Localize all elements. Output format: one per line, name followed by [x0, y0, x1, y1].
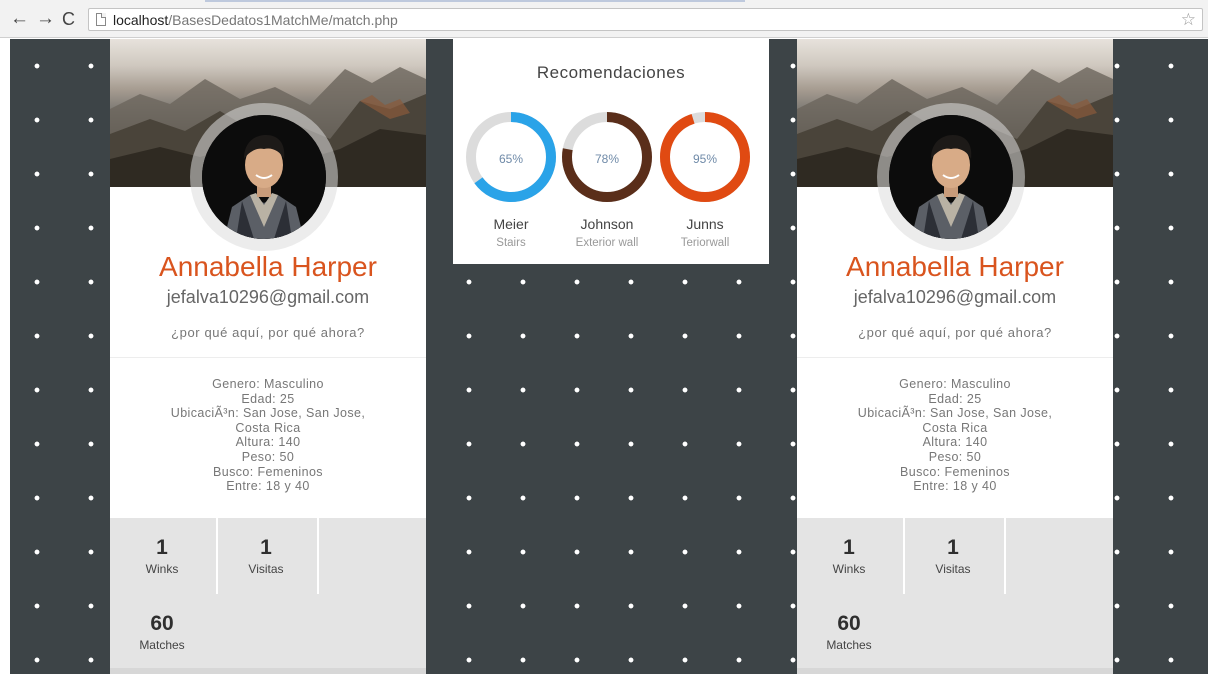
- detail-busco: Busco: Femeninos: [213, 464, 323, 479]
- profile-card-right: Annabella Harper jefalva10296@gmail.com …: [797, 39, 1113, 674]
- winks-label: Winks: [145, 562, 179, 576]
- detail-altura: Altura: 140: [922, 435, 988, 450]
- avatar[interactable]: [202, 115, 326, 239]
- browser-toolbar: ← → C localhost/BasesDedatos1MatchMe/mat…: [0, 0, 1208, 38]
- detail-genero: Genero: Masculino: [212, 377, 324, 391]
- detail-edad: Edad: 25: [928, 391, 982, 406]
- recommendation-name: Junns: [686, 216, 724, 232]
- stat-matches[interactable]: 60 Matches: [797, 612, 901, 652]
- recommendation-subtitle: Teriorwall: [680, 237, 730, 249]
- divider: [110, 357, 426, 358]
- stats-footer: [797, 668, 1113, 674]
- detail-altura: Altura: 140: [235, 435, 301, 450]
- recommendation-item[interactable]: 78% Johnson Exterior wall: [557, 107, 657, 249]
- stat-winks[interactable]: 1 Winks: [797, 536, 901, 576]
- match-percent: 95%: [692, 152, 718, 166]
- page-margin: [0, 39, 10, 674]
- detail-ubicacion: UbicaciÃ³n: San Jose, San Jose,: [857, 406, 1053, 421]
- profile-stats: 1 Winks 1 Visitas 60 Matches: [110, 518, 426, 674]
- reload-icon[interactable]: C: [62, 9, 75, 29]
- detail-peso: Peso: 50: [928, 449, 982, 464]
- winks-count: 1: [843, 536, 855, 559]
- arrow-left-icon[interactable]: ←: [10, 9, 29, 29]
- star-icon[interactable]: ☆: [1181, 10, 1196, 30]
- recommendations-title: Recomendaciones: [536, 63, 686, 82]
- profile-details: Genero: Masculino Edad: 25 UbicaciÃ³n: S…: [837, 377, 1073, 494]
- profile-tagline: ¿por qué aquí, por qué ahora?: [858, 325, 1052, 340]
- recommendation-item[interactable]: 65% Meier Stairs: [461, 107, 561, 249]
- address-bar[interactable]: localhost/BasesDedatos1MatchMe/match.php…: [88, 8, 1203, 31]
- avatar[interactable]: [889, 115, 1013, 239]
- profile-name: Annabella Harper: [159, 251, 377, 282]
- recommendation-name: Johnson: [580, 216, 634, 232]
- profile-details: Genero: Masculino Edad: 25 UbicaciÃ³n: S…: [150, 377, 386, 494]
- recommendation-name: Meier: [493, 216, 529, 232]
- url-path: /BasesDedatos1MatchMe/match.php: [168, 12, 398, 28]
- divider: [797, 357, 1113, 358]
- profile-email: jefalva10296@gmail.com: [853, 287, 1057, 307]
- detail-genero: Genero: Masculino: [899, 377, 1011, 391]
- detail-entre: Entre: 18 y 40: [226, 479, 310, 494]
- detail-peso: Peso: 50: [241, 449, 295, 464]
- profile-name: Annabella Harper: [846, 251, 1064, 282]
- winks-count: 1: [156, 536, 168, 559]
- url-text[interactable]: localhost/BasesDedatos1MatchMe/match.php: [113, 12, 398, 28]
- detail-busco: Busco: Femeninos: [900, 464, 1010, 479]
- detail-ubicacion-cont: Costa Rica: [235, 420, 301, 435]
- winks-label: Winks: [832, 562, 866, 576]
- stat-visitas[interactable]: 1 Visitas: [901, 536, 1005, 576]
- recommendation-item[interactable]: 95% Junns Teriorwall: [655, 107, 755, 249]
- visitas-count: 1: [947, 536, 959, 559]
- matches-label: Matches: [826, 638, 872, 652]
- arrow-right-icon[interactable]: →: [36, 9, 55, 29]
- profile-email: jefalva10296@gmail.com: [166, 287, 370, 307]
- recommendations-panel: Recomendaciones 65% Meier Stairs 78% Joh…: [453, 39, 769, 264]
- profile-card-left: Annabella Harper jefalva10296@gmail.com …: [110, 39, 426, 674]
- recommendation-subtitle: Exterior wall: [575, 237, 639, 249]
- detail-ubicacion-cont: Costa Rica: [922, 420, 988, 435]
- stats-footer: [110, 668, 426, 674]
- matches-count: 60: [837, 612, 861, 635]
- detail-edad: Edad: 25: [241, 391, 295, 406]
- stat-visitas[interactable]: 1 Visitas: [214, 536, 318, 576]
- page-icon: [96, 13, 106, 26]
- url-host: localhost: [113, 12, 169, 28]
- recommendation-subtitle: Stairs: [496, 237, 526, 249]
- stat-matches[interactable]: 60 Matches: [110, 612, 214, 652]
- matches-count: 60: [150, 612, 174, 635]
- stat-winks[interactable]: 1 Winks: [110, 536, 214, 576]
- visitas-label: Visitas: [935, 562, 971, 576]
- detail-entre: Entre: 18 y 40: [913, 479, 997, 494]
- tab-strip-line: [205, 0, 745, 2]
- match-percent: 65%: [498, 152, 524, 166]
- match-percent: 78%: [594, 152, 620, 166]
- profile-tagline: ¿por qué aquí, por qué ahora?: [171, 325, 365, 340]
- matches-label: Matches: [139, 638, 185, 652]
- detail-ubicacion: UbicaciÃ³n: San Jose, San Jose,: [170, 406, 366, 421]
- profile-stats: 1 Winks 1 Visitas 60 Matches: [797, 518, 1113, 674]
- visitas-label: Visitas: [248, 562, 284, 576]
- visitas-count: 1: [260, 536, 272, 559]
